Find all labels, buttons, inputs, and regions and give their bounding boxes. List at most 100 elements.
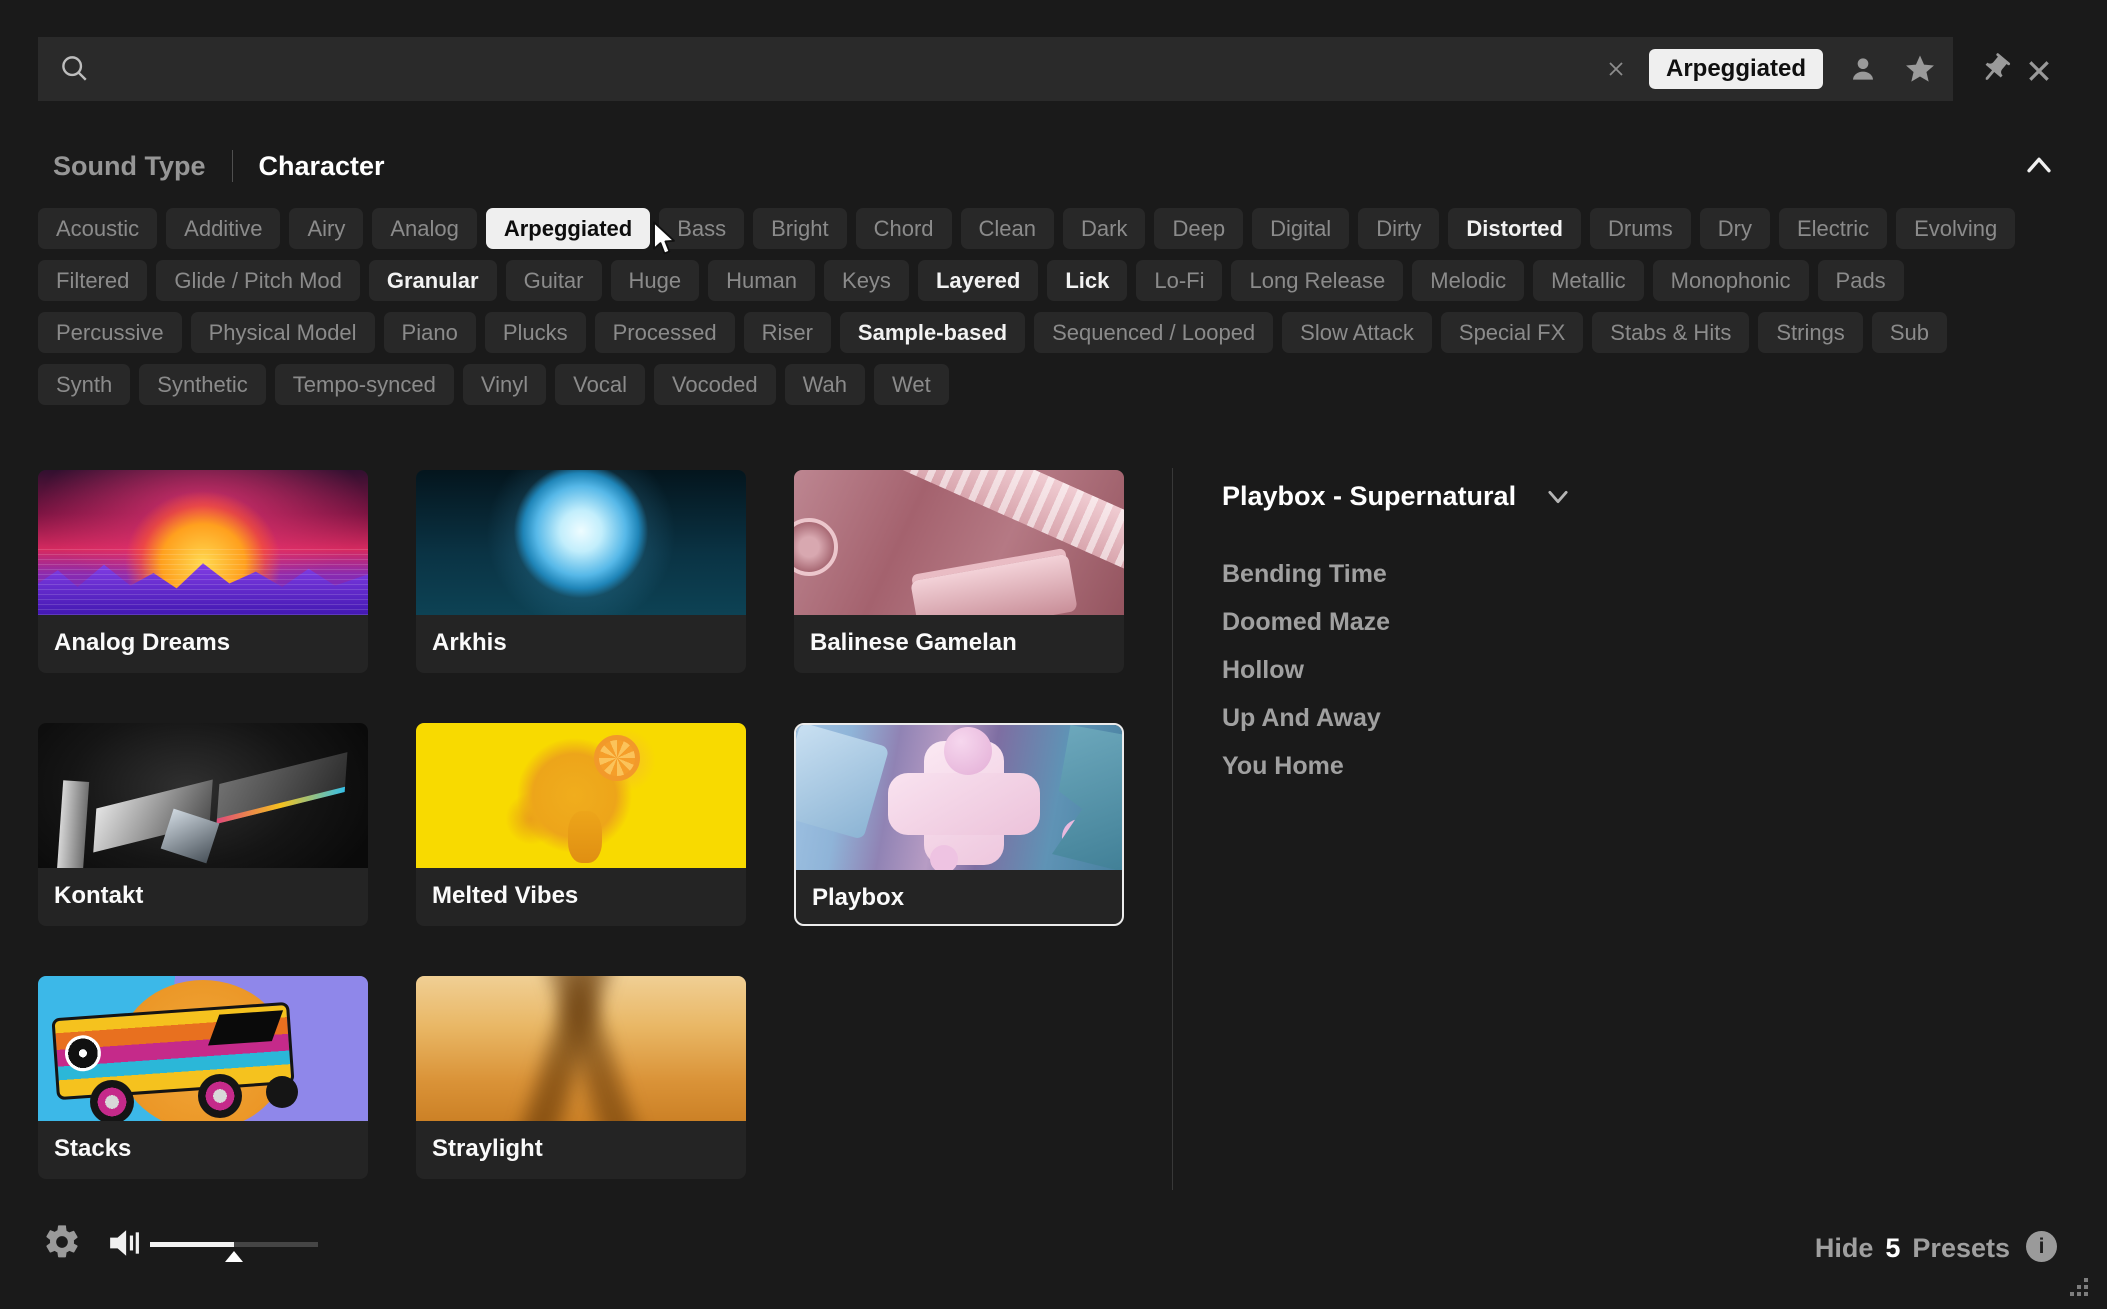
tab-divider <box>232 150 233 182</box>
filter-chip-sample-based[interactable]: Sample-based <box>840 312 1025 353</box>
filter-chip-synth[interactable]: Synth <box>38 364 130 405</box>
filter-chip-lick[interactable]: Lick <box>1047 260 1127 301</box>
volume-handle[interactable] <box>225 1251 243 1262</box>
filter-chip-sub[interactable]: Sub <box>1872 312 1947 353</box>
filter-chip-wet[interactable]: Wet <box>874 364 949 405</box>
preset-item-up-and-away[interactable]: Up And Away <box>1222 704 1390 752</box>
filter-chip-drums[interactable]: Drums <box>1590 208 1691 249</box>
product-tile-analog-dreams[interactable]: Analog Dreams <box>38 470 368 673</box>
filter-chip-distorted[interactable]: Distorted <box>1448 208 1581 249</box>
product-tile-playbox[interactable]: Playbox <box>794 723 1124 926</box>
favorites-star-icon[interactable] <box>1903 52 1937 86</box>
filter-chip-riser[interactable]: Riser <box>744 312 831 353</box>
filter-chip-strings[interactable]: Strings <box>1758 312 1862 353</box>
filter-chip-lo-fi[interactable]: Lo-Fi <box>1136 260 1222 301</box>
filter-chip-electric[interactable]: Electric <box>1779 208 1887 249</box>
filter-chip-row: AcousticAdditiveAiryAnalogArpeggiatedBas… <box>38 208 2015 249</box>
resize-grip[interactable] <box>2068 1276 2090 1298</box>
filter-chip-pads[interactable]: Pads <box>1818 260 1904 301</box>
kontakt-artwork <box>38 723 368 868</box>
filter-chip-filtered[interactable]: Filtered <box>38 260 147 301</box>
preset-item-bending-time[interactable]: Bending Time <box>1222 560 1390 608</box>
filter-chip-wah[interactable]: Wah <box>785 364 865 405</box>
product-tile-label: Playbox <box>796 870 1122 926</box>
filter-chip-percussive[interactable]: Percussive <box>38 312 182 353</box>
filter-chip-vocal[interactable]: Vocal <box>555 364 645 405</box>
filter-chip-metallic[interactable]: Metallic <box>1533 260 1644 301</box>
volume-fill <box>150 1242 234 1247</box>
active-filter-chip[interactable]: Arpeggiated <box>1649 49 1823 89</box>
product-tile-straylight[interactable]: Straylight <box>416 976 746 1179</box>
filter-chip-human[interactable]: Human <box>708 260 815 301</box>
filter-chip-piano[interactable]: Piano <box>384 312 476 353</box>
filter-chip-bright[interactable]: Bright <box>753 208 846 249</box>
hide-presets-button[interactable]: Hide 5 Presets <box>1815 1233 2010 1264</box>
filter-chip-guitar[interactable]: Guitar <box>506 260 602 301</box>
collapse-filters-chevron-up-icon[interactable] <box>2022 150 2056 180</box>
filter-chip-layered[interactable]: Layered <box>918 260 1038 301</box>
filter-chip-monophonic[interactable]: Monophonic <box>1653 260 1809 301</box>
volume-speaker-icon[interactable] <box>104 1227 144 1259</box>
filter-chip-special-fx[interactable]: Special FX <box>1441 312 1583 353</box>
filter-chip-vinyl[interactable]: Vinyl <box>463 364 546 405</box>
user-icon[interactable] <box>1847 53 1879 85</box>
filter-chip-evolving[interactable]: Evolving <box>1896 208 2015 249</box>
filter-chip-digital[interactable]: Digital <box>1252 208 1349 249</box>
filter-chip-analog[interactable]: Analog <box>372 208 477 249</box>
filter-chip-keys[interactable]: Keys <box>824 260 909 301</box>
product-tile-melted-vibes[interactable]: Melted Vibes <box>416 723 746 926</box>
pin-icon[interactable] <box>1978 52 2012 86</box>
melted-vibes-artwork <box>416 723 746 868</box>
filter-chip-dark[interactable]: Dark <box>1063 208 1145 249</box>
preset-item-doomed-maze[interactable]: Doomed Maze <box>1222 608 1390 656</box>
filter-chip-tempo-synced[interactable]: Tempo-synced <box>275 364 454 405</box>
filter-chip-arpeggiated[interactable]: Arpeggiated <box>486 208 650 249</box>
close-icon[interactable] <box>2026 58 2052 84</box>
tab-character[interactable]: Character <box>259 151 385 182</box>
tab-sound-type[interactable]: Sound Type <box>53 151 206 182</box>
filter-chip-synthetic[interactable]: Synthetic <box>139 364 266 405</box>
filter-chip-long-release[interactable]: Long Release <box>1231 260 1403 301</box>
product-tile-arkhis[interactable]: Arkhis <box>416 470 746 673</box>
preset-group-header[interactable]: Playbox - Supernatural <box>1222 481 1572 512</box>
info-icon[interactable]: i <box>2026 1231 2057 1262</box>
filter-chip-melodic[interactable]: Melodic <box>1412 260 1524 301</box>
filter-chip-row: SynthSyntheticTempo-syncedVinylVocalVoco… <box>38 364 2015 405</box>
filter-chip-huge[interactable]: Huge <box>611 260 700 301</box>
filter-chip-additive[interactable]: Additive <box>166 208 280 249</box>
search-input[interactable] <box>106 37 1607 101</box>
product-tile-label: Arkhis <box>416 615 746 673</box>
filter-chip-dry[interactable]: Dry <box>1700 208 1770 249</box>
filter-chip-plucks[interactable]: Plucks <box>485 312 586 353</box>
filter-chip-vocoded[interactable]: Vocoded <box>654 364 776 405</box>
preset-item-hollow[interactable]: Hollow <box>1222 656 1390 704</box>
filter-chip-processed[interactable]: Processed <box>595 312 735 353</box>
product-tile-balinese-gamelan[interactable]: Balinese Gamelan <box>794 470 1124 673</box>
clear-search-icon[interactable] <box>1607 60 1625 78</box>
playbox-artwork <box>796 725 1122 870</box>
filter-chip-chord[interactable]: Chord <box>856 208 952 249</box>
arkhis-artwork <box>416 470 746 615</box>
filter-chip-physical-model[interactable]: Physical Model <box>191 312 375 353</box>
filter-chip-deep[interactable]: Deep <box>1154 208 1243 249</box>
search-bar-right-group: Arpeggiated <box>1607 49 1937 89</box>
volume-slider[interactable] <box>150 1230 326 1274</box>
product-tile-stacks[interactable]: Stacks <box>38 976 368 1179</box>
straylight-artwork <box>416 976 746 1121</box>
filter-chip-acoustic[interactable]: Acoustic <box>38 208 157 249</box>
info-glyph: i <box>2039 1235 2045 1258</box>
filter-chip-granular[interactable]: Granular <box>369 260 497 301</box>
filter-chip-glide-pitch-mod[interactable]: Glide / Pitch Mod <box>156 260 360 301</box>
preset-item-you-home[interactable]: You Home <box>1222 752 1390 800</box>
filter-chip-slow-attack[interactable]: Slow Attack <box>1282 312 1432 353</box>
filter-chip-clean[interactable]: Clean <box>961 208 1054 249</box>
settings-gear-icon[interactable] <box>42 1222 82 1262</box>
product-tile-kontakt[interactable]: Kontakt <box>38 723 368 926</box>
filter-chip-airy[interactable]: Airy <box>289 208 363 249</box>
analog-dreams-artwork <box>38 470 368 615</box>
filter-chip-sequenced-looped[interactable]: Sequenced / Looped <box>1034 312 1273 353</box>
product-tile-label: Balinese Gamelan <box>794 615 1124 673</box>
filter-chip-stabs-hits[interactable]: Stabs & Hits <box>1592 312 1749 353</box>
filter-chip-dirty[interactable]: Dirty <box>1358 208 1439 249</box>
preset-group-chevron-down-icon[interactable] <box>1544 485 1572 509</box>
